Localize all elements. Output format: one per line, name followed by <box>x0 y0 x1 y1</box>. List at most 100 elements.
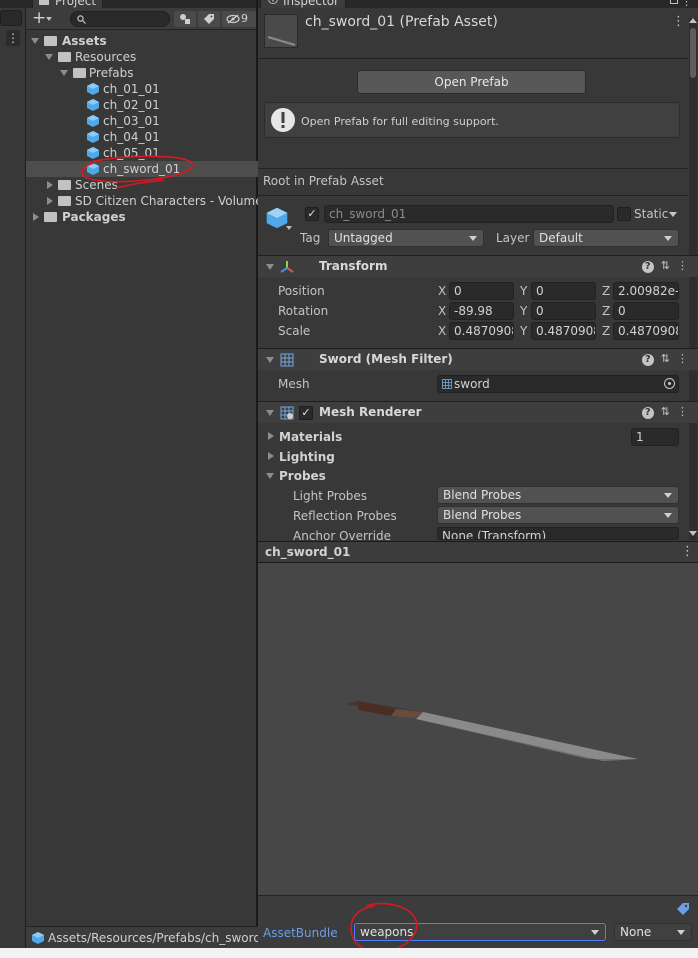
component-menu-icon[interactable]: ⋮ <box>677 259 688 272</box>
mesh-grid-icon <box>442 379 452 389</box>
chevron-down-icon <box>664 493 672 498</box>
window-bottom-edge <box>0 948 698 958</box>
axis-x-label: X <box>438 324 447 338</box>
static-label[interactable]: Static <box>634 207 668 221</box>
probes-foldout[interactable]: Probes <box>279 469 326 483</box>
object-picker-icon[interactable] <box>664 378 675 389</box>
chevron-down-icon[interactable] <box>669 212 677 217</box>
hidden-packages-toggle[interactable]: 9 <box>222 11 256 27</box>
expand-arrow-icon[interactable] <box>45 54 53 60</box>
rotation-x-field[interactable]: -89.98 <box>449 302 514 320</box>
mesh-filter-title: Sword (Mesh Filter) <box>319 352 453 366</box>
chevron-down-icon <box>664 513 672 518</box>
asset-label-icon[interactable] <box>676 902 690 916</box>
mesh-grid-icon <box>280 353 294 367</box>
inspector-scrollbar[interactable] <box>689 18 697 540</box>
component-menu-icon[interactable]: ⋮ <box>677 352 688 365</box>
help-icon[interactable]: ? <box>641 407 654 419</box>
chevron-down-icon[interactable] <box>286 226 292 230</box>
add-button[interactable]: + <box>32 9 46 27</box>
search-input[interactable] <box>70 11 170 27</box>
position-x-field[interactable]: 0 <box>449 282 514 300</box>
scroll-down-icon[interactable] <box>689 531 697 536</box>
inspector-panel: ⓘ Inspector ⋮ ch_sword_01 (Prefab Asset)… <box>258 0 698 958</box>
layer-dropdown[interactable]: Default <box>533 229 679 247</box>
anchor-override-field[interactable]: None (Transform) <box>437 527 679 540</box>
left-strip-menu-icon[interactable]: ⋮ <box>6 30 20 46</box>
scale-x-field[interactable]: 0.4870908 <box>449 322 514 340</box>
tree-item-packages[interactable]: Packages <box>26 209 258 225</box>
chevron-down-icon[interactable] <box>46 17 52 21</box>
help-icon[interactable]: ? <box>641 261 654 273</box>
mesh-filter-header[interactable]: Sword (Mesh Filter) ? ⇅ ⋮ <box>258 348 698 370</box>
position-y-field[interactable]: 0 <box>531 282 596 300</box>
scrollbar-thumb[interactable] <box>690 28 696 78</box>
tree-item-prefab[interactable]: ch_02_01 <box>26 97 258 113</box>
maximize-icon[interactable] <box>670 0 678 4</box>
position-z-field[interactable]: 2.00982e- <box>613 282 679 300</box>
rotation-y-field[interactable]: 0 <box>531 302 596 320</box>
scale-z-field[interactable]: 0.4870908 <box>613 322 679 340</box>
left-collapsed-panel: ⋮ <box>0 0 26 958</box>
materials-count-field[interactable]: 1 <box>631 428 679 446</box>
asset-bundle-variant-dropdown[interactable]: None <box>614 923 692 941</box>
tag-dropdown[interactable]: Untagged <box>328 229 484 247</box>
project-tabbar: Project <box>26 0 256 8</box>
open-prefab-button[interactable]: Open Prefab <box>357 70 586 94</box>
object-name-field[interactable]: ch_sword_01 <box>324 205 614 223</box>
mesh-object-field[interactable]: sword <box>437 375 679 393</box>
tree-item-prefab[interactable]: ch_01_01 <box>26 81 258 97</box>
static-checkbox[interactable] <box>617 207 631 221</box>
lighting-foldout[interactable]: Lighting <box>279 450 335 464</box>
expand-arrow-icon[interactable] <box>47 181 53 189</box>
rotation-z-field[interactable]: 0 <box>613 302 679 320</box>
presets-icon[interactable]: ⇅ <box>661 259 670 272</box>
expand-arrow-icon[interactable] <box>31 38 39 44</box>
tab-project[interactable]: Project <box>32 0 104 8</box>
layer-label: Layer <box>496 231 530 245</box>
expand-arrow-icon[interactable] <box>266 410 274 416</box>
expand-arrow-icon[interactable] <box>268 432 274 440</box>
sword-thumbnail-icon <box>267 36 296 46</box>
panel-menu-icon[interactable]: ⋮ <box>681 0 692 8</box>
asset-thumbnail <box>264 14 298 48</box>
tree-item-prefab[interactable]: ch_04_01 <box>26 129 258 145</box>
expand-arrow-icon[interactable] <box>266 473 274 479</box>
tree-item-prefab[interactable]: ch_03_01 <box>26 113 258 129</box>
sword-preview-model <box>346 701 638 761</box>
expand-arrow-icon[interactable] <box>268 452 274 460</box>
preview-menu-icon[interactable]: ⋮ <box>681 544 694 559</box>
search-by-type-button[interactable] <box>174 11 196 27</box>
tree-item-resources[interactable]: Resources <box>26 49 258 65</box>
presets-icon[interactable]: ⇅ <box>661 352 670 365</box>
presets-icon[interactable]: ⇅ <box>661 405 670 418</box>
search-by-label-button[interactable] <box>198 11 220 27</box>
expand-arrow-icon[interactable] <box>47 197 53 205</box>
scroll-up-icon[interactable] <box>689 18 697 23</box>
tree-item-assets[interactable]: Assets <box>26 33 258 49</box>
component-menu-icon[interactable]: ⋮ <box>677 405 688 418</box>
materials-foldout[interactable]: Materials <box>279 430 342 444</box>
scale-y-field[interactable]: 0.4870908 <box>531 322 596 340</box>
help-icon[interactable]: ? <box>641 354 654 366</box>
tree-item-prefabs[interactable]: Prefabs <box>26 65 258 81</box>
expand-arrow-icon[interactable] <box>60 70 68 76</box>
expand-arrow-icon[interactable] <box>266 264 274 270</box>
tab-inspector[interactable]: ⓘ Inspector <box>260 0 346 8</box>
light-probes-dropdown[interactable]: Blend Probes <box>437 486 679 504</box>
reflection-probes-dropdown[interactable]: Blend Probes <box>437 506 679 524</box>
active-checkbox[interactable]: ✓ <box>305 207 319 221</box>
mesh-renderer-header[interactable]: ✓ Mesh Renderer ? ⇅ ⋮ <box>258 401 698 423</box>
tag-label: Tag <box>300 231 321 245</box>
light-probes-label: Light Probes <box>293 489 368 503</box>
transform-header[interactable]: Transform ? ⇅ ⋮ <box>258 255 698 277</box>
expand-arrow-icon[interactable] <box>266 357 274 363</box>
axis-z-label: Z <box>602 324 611 338</box>
expand-arrow-icon[interactable] <box>33 213 39 221</box>
asset-title: ch_sword_01 (Prefab Asset) <box>305 14 498 30</box>
asset-menu-icon[interactable]: ⋮ <box>672 14 685 29</box>
mesh-renderer-enabled-checkbox[interactable]: ✓ <box>299 406 313 420</box>
chevron-down-icon <box>664 236 672 241</box>
mesh-preview-viewport[interactable] <box>258 563 698 895</box>
left-strip-field[interactable] <box>0 10 22 26</box>
